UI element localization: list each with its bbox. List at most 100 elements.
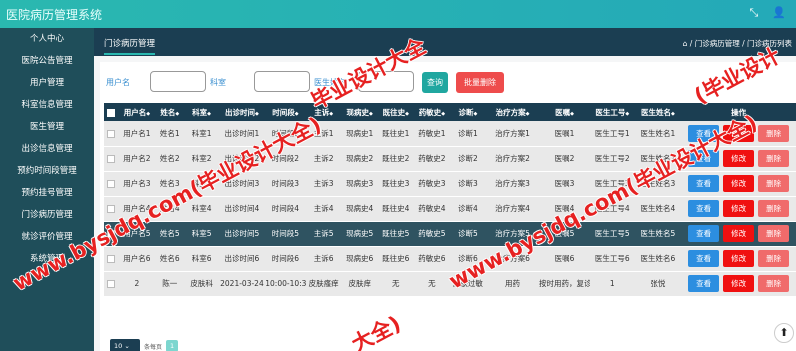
view-button[interactable]: 查看 (688, 225, 720, 242)
row-checkbox[interactable] (107, 280, 116, 288)
doctor-name-input[interactable] (358, 71, 414, 92)
table-cell: 既往史6 (382, 254, 410, 263)
delete-button[interactable]: 删除 (758, 225, 790, 242)
sidebar-item[interactable]: 门诊病历管理 (0, 204, 94, 226)
table-row[interactable]: 2 陈一 皮肤科 2021-03-2410:00-10:30皮肤瘙痒皮肤痒 无 无 皮肤过敏… (104, 271, 796, 296)
column-header[interactable]: 医生工号◆ (590, 103, 635, 121)
sort-icon[interactable]: ◆ (441, 111, 445, 117)
table-cell: 药敏史4 (418, 204, 446, 213)
sidebar-item[interactable]: 预约挂号管理 (0, 182, 94, 204)
sidebar-item[interactable]: 医生管理 (0, 116, 94, 138)
page-size-select[interactable]: 10 ⌄ (110, 339, 140, 351)
select-all-checkbox[interactable] (107, 108, 116, 117)
edit-button[interactable]: 修改 (723, 150, 755, 167)
view-button[interactable]: 查看 (688, 250, 720, 267)
edit-button[interactable]: 修改 (723, 124, 755, 142)
table-row[interactable]: 用户名6 姓名6 科室6 出诊时间6 时间段6 主诉6 现病史6 既往史6 药敏史6 诊断6 治疗方… (104, 246, 796, 271)
sidebar-item[interactable]: 预约时间段管理 (0, 160, 94, 182)
delete-button[interactable]: 删除 (758, 175, 790, 192)
sidebar-item[interactable]: 系统管理 (0, 248, 94, 270)
batch-delete-button[interactable]: 批量删除 (456, 72, 504, 93)
sort-icon[interactable]: ◆ (405, 111, 409, 117)
column-header[interactable]: 出诊时间◆ (219, 103, 266, 121)
table-cell: 无 (392, 279, 400, 288)
column-header[interactable]: 既往史◆ (378, 103, 414, 121)
sort-icon[interactable]: ◆ (625, 111, 629, 117)
sort-icon[interactable]: ◆ (671, 111, 675, 117)
row-checkbox[interactable] (107, 129, 116, 138)
column-header[interactable]: 主诉◆ (306, 103, 342, 121)
user-icon[interactable]: 👤 (772, 6, 786, 20)
sidebar-item[interactable]: 出诊信息管理 (0, 138, 94, 160)
table-row[interactable]: 用户名4 姓名4 科室4 出诊时间4 时间段4 主诉4 现病史4 既往史4 药敏史4 诊断4 治疗方… (104, 196, 796, 221)
sort-icon[interactable]: ◆ (474, 111, 478, 117)
column-header[interactable]: 诊断◆ (450, 103, 486, 121)
username-input[interactable] (150, 71, 206, 92)
search-button[interactable]: 查询 (422, 72, 448, 93)
column-header[interactable]: 治疗方案◆ (486, 103, 539, 121)
sort-icon[interactable]: ◆ (526, 111, 530, 117)
sidebar-item[interactable]: 用户管理 (0, 72, 94, 94)
table-row[interactable]: 用户名1 姓名1 科室1 出诊时间1 时间段1 主诉1 现病史1 既往史1 药敏史1 诊断1 治疗方… (104, 121, 796, 146)
delete-button[interactable]: 删除 (758, 275, 790, 292)
row-checkbox[interactable] (107, 155, 116, 163)
column-header[interactable]: 科室◆ (185, 103, 219, 121)
view-button[interactable]: 查看 (688, 150, 720, 167)
view-button[interactable]: 查看 (688, 275, 720, 292)
table-row[interactable]: 用户名5 姓名5 科室5 出诊时间5 时间段5 主诉5 现病史5 既往史5 药敏史5 诊断5 治疗方… (104, 221, 796, 246)
view-button[interactable]: 查看 (688, 200, 720, 217)
sort-icon[interactable]: ◆ (570, 111, 574, 117)
column-header[interactable]: 药敏史◆ (414, 103, 450, 121)
column-header[interactable]: 用户名◆ (119, 103, 155, 121)
column-header[interactable]: 时间段◆ (265, 103, 305, 121)
delete-button[interactable]: 删除 (758, 250, 790, 267)
action-cell: 查看 修改 删除 (681, 221, 796, 246)
view-button[interactable]: 查看 (688, 175, 720, 192)
column-header[interactable]: 现病史◆ (342, 103, 378, 121)
edit-button[interactable]: 修改 (723, 175, 755, 192)
expand-icon[interactable]: ⤡ (749, 6, 758, 20)
dept-input[interactable] (254, 71, 310, 92)
sort-icon[interactable]: ◆ (329, 111, 333, 117)
edit-button[interactable]: 修改 (723, 225, 755, 242)
tab-outpatient-records[interactable]: 门诊病历管理 (104, 37, 156, 55)
sort-icon[interactable]: ◆ (255, 111, 259, 117)
row-checkbox[interactable] (107, 180, 116, 188)
edit-button[interactable]: 修改 (723, 250, 755, 267)
column-header[interactable]: 医嘱◆ (539, 103, 590, 121)
column-header-label: 诊断 (458, 107, 474, 117)
row-checkbox[interactable] (107, 205, 116, 213)
view-button[interactable]: 查看 (688, 124, 720, 142)
table-cell: 科室5 (191, 229, 212, 238)
column-header[interactable]: 姓名◆ (155, 103, 185, 121)
column-header-label: 既往史 (382, 107, 406, 117)
sidebar-item[interactable]: 个人中心 (0, 28, 94, 50)
delete-button[interactable]: 删除 (758, 124, 790, 142)
row-checkbox[interactable] (107, 230, 116, 238)
sidebar-item[interactable]: 科室信息管理 (0, 94, 94, 116)
column-header[interactable]: 医生姓名◆ (635, 103, 682, 121)
delete-button[interactable]: 删除 (758, 200, 790, 217)
row-checkbox[interactable] (107, 255, 116, 263)
sort-icon[interactable]: ◆ (175, 111, 179, 117)
sidebar-item[interactable]: 就诊评价管理 (0, 226, 94, 248)
column-header-label: 医生工号 (595, 107, 626, 117)
table-cell: 皮肤科 (190, 279, 213, 288)
table-cell: 诊断6 (458, 254, 478, 263)
table-cell: 医嘱1 (554, 128, 575, 138)
sort-icon[interactable]: ◆ (295, 111, 299, 117)
table-cell: 现病史6 (346, 254, 374, 263)
sort-icon[interactable]: ◆ (369, 111, 373, 117)
per-page-label: 条每页 (144, 343, 163, 351)
table-row[interactable]: 用户名3 姓名3 科室3 出诊时间3 时间段3 主诉3 现病史3 既往史3 药敏史3 诊断3 治疗方… (104, 171, 796, 196)
edit-button[interactable]: 修改 (723, 275, 755, 292)
sidebar-item[interactable]: 医院公告管理 (0, 50, 94, 72)
sort-icon[interactable]: ◆ (146, 111, 150, 117)
page-button-current[interactable]: 1 (166, 340, 179, 351)
table-row[interactable]: 用户名2 姓名2 科室2 出诊时间2 时间段2 主诉2 现病史2 既往史2 药敏史2 诊断2 治疗方… (104, 146, 796, 171)
delete-button[interactable]: 删除 (758, 150, 790, 167)
back-to-top-button[interactable]: ⬆ (774, 323, 794, 343)
sort-icon[interactable]: ◆ (207, 111, 211, 117)
edit-button[interactable]: 修改 (723, 200, 755, 217)
table-cell: 无 (428, 279, 436, 288)
